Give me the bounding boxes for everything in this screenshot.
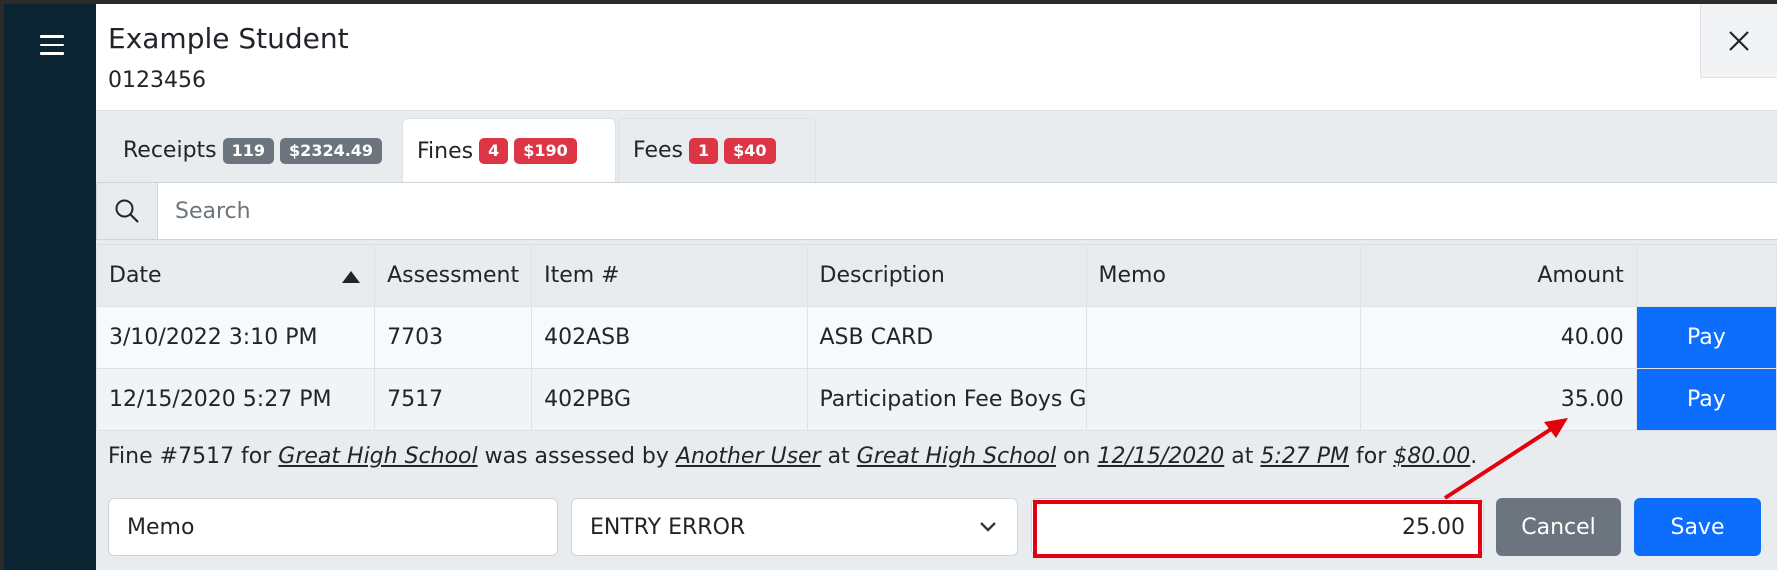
search-input[interactable] bbox=[159, 183, 1759, 239]
column-header-amount[interactable]: Amount bbox=[1360, 244, 1637, 307]
memo-input[interactable] bbox=[108, 498, 558, 556]
adjust-amount-input[interactable] bbox=[1031, 498, 1484, 556]
student-header: Example Student 0123456 bbox=[96, 4, 1777, 111]
student-panel: Example Student 0123456 Receipts 119 $23… bbox=[95, 4, 1777, 570]
detail-suffix: . bbox=[1470, 444, 1478, 469]
close-button[interactable] bbox=[1700, 4, 1777, 78]
fines-table: Date Assessment Item # Description Memo … bbox=[95, 244, 1777, 431]
tab-receipts[interactable]: Receipts 119 $2324.49 bbox=[108, 118, 383, 182]
cell-date: 3/10/2022 3:10 PM bbox=[95, 306, 376, 369]
receipts-total-badge: $2324.49 bbox=[280, 137, 383, 164]
detail-user: Another User bbox=[675, 444, 821, 469]
reason-select[interactable]: ENTRY ERROR bbox=[571, 498, 1018, 556]
tab-fines[interactable]: Fines 4 $190 bbox=[402, 118, 616, 183]
fines-count-badge: 4 bbox=[479, 138, 509, 164]
student-name: Example Student bbox=[108, 22, 349, 55]
table-row[interactable]: 3/10/2022 3:10 PM 7703 402ASB ASB CARD 4… bbox=[95, 306, 1777, 369]
fees-total-badge: $40 bbox=[724, 137, 776, 164]
fine-detail-text: Fine #7517 for Great High School was ass… bbox=[108, 444, 1477, 469]
column-header-date[interactable]: Date bbox=[95, 244, 376, 307]
detail-at: at bbox=[820, 444, 857, 469]
cell-item: 402PBG bbox=[531, 368, 808, 431]
search-icon bbox=[115, 199, 139, 223]
cell-action: Pay bbox=[1635, 306, 1777, 369]
column-header-description[interactable]: Description bbox=[806, 244, 1087, 307]
table-header-row: Date Assessment Item # Description Memo … bbox=[95, 244, 1777, 307]
cell-assessment: 7517 bbox=[374, 368, 533, 431]
search-addon bbox=[97, 183, 158, 239]
save-button[interactable]: Save bbox=[1634, 498, 1761, 556]
column-header-item[interactable]: Item # bbox=[531, 244, 808, 307]
search-bar bbox=[96, 182, 1777, 240]
detail-assessed-by: was assessed by bbox=[477, 444, 676, 469]
detail-on: on bbox=[1056, 444, 1098, 469]
column-header-memo[interactable]: Memo bbox=[1085, 244, 1362, 307]
cancel-button[interactable]: Cancel bbox=[1496, 498, 1621, 556]
tab-fees-label: Fees bbox=[633, 138, 683, 163]
close-icon bbox=[1729, 31, 1749, 51]
cell-assessment: 7703 bbox=[374, 306, 533, 369]
detail-amount: $80.00 bbox=[1393, 444, 1471, 469]
fines-total-badge: $190 bbox=[514, 138, 577, 164]
fees-count-badge: 1 bbox=[688, 137, 719, 164]
tab-fines-label: Fines bbox=[417, 138, 474, 164]
detail-for: for bbox=[1349, 444, 1394, 469]
column-header-action bbox=[1635, 244, 1777, 307]
cell-description: Participation Fee Boys Go bbox=[806, 368, 1087, 431]
column-header-assessment[interactable]: Assessment bbox=[374, 244, 533, 307]
column-header-date-label: Date bbox=[109, 263, 162, 288]
detail-time: 5:27 PM bbox=[1260, 444, 1350, 469]
cell-action: Pay bbox=[1635, 368, 1777, 431]
table-row[interactable]: 12/15/2020 5:27 PM 7517 402PBG Participa… bbox=[95, 368, 1777, 431]
student-id: 0123456 bbox=[108, 68, 206, 93]
reason-selected-value: ENTRY ERROR bbox=[590, 514, 746, 540]
pay-button[interactable]: Pay bbox=[1637, 307, 1776, 368]
sort-ascending-icon bbox=[342, 271, 361, 283]
cell-amount: 35.00 bbox=[1360, 368, 1637, 431]
menu-icon[interactable] bbox=[40, 35, 64, 55]
tab-receipts-label: Receipts bbox=[123, 138, 217, 163]
detail-at-time: at bbox=[1224, 444, 1261, 469]
chevron-down-icon bbox=[980, 522, 996, 532]
sidebar bbox=[4, 4, 96, 570]
cell-item: 402ASB bbox=[531, 306, 808, 369]
detail-date: 12/15/2020 bbox=[1097, 444, 1225, 469]
cell-amount: 40.00 bbox=[1360, 306, 1637, 369]
tab-fees[interactable]: Fees 1 $40 bbox=[618, 118, 816, 182]
detail-location: Great High School bbox=[856, 444, 1057, 469]
cell-description: ASB CARD bbox=[806, 306, 1087, 369]
detail-school: Great High School bbox=[278, 444, 478, 469]
receipts-count-badge: 119 bbox=[222, 137, 275, 164]
detail-prefix: Fine #7517 for bbox=[108, 444, 279, 469]
cell-memo bbox=[1085, 306, 1362, 369]
pay-button[interactable]: Pay bbox=[1637, 369, 1776, 430]
cell-date: 12/15/2020 5:27 PM bbox=[95, 368, 376, 431]
cell-memo bbox=[1085, 368, 1362, 431]
